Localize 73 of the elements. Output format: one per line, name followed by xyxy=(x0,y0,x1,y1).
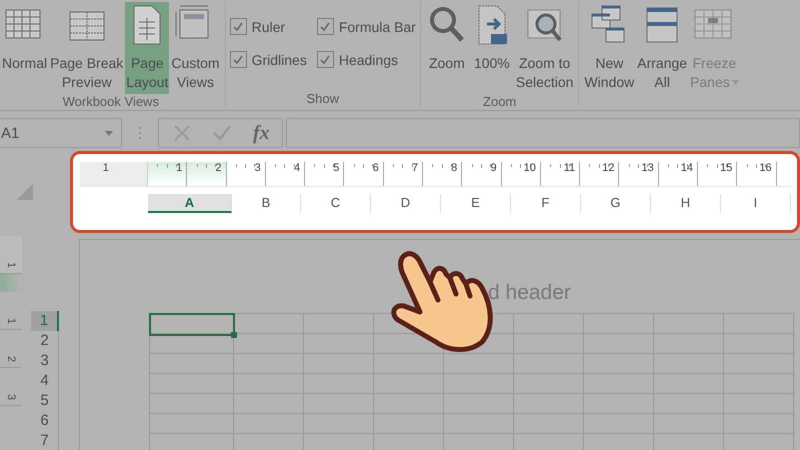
ruler-highlight xyxy=(0,274,22,292)
checkbox[interactable]: Gridlines xyxy=(230,51,307,68)
row-header[interactable]: 1 xyxy=(31,311,59,331)
checkbox-label: Gridlines xyxy=(252,52,307,68)
ruler-label: 3 xyxy=(254,162,261,174)
ribbon-button[interactable]: Arrange All xyxy=(636,2,688,95)
column-header[interactable]: D xyxy=(370,194,441,213)
column-header[interactable]: F xyxy=(510,194,581,213)
ribbon-button[interactable]: Page Break Preview xyxy=(49,2,124,94)
checkbox-label: Headings xyxy=(338,52,398,68)
ribbon-button[interactable]: Page Layout xyxy=(125,2,170,94)
checkbox-box[interactable] xyxy=(230,18,247,35)
ruler-label: 7 xyxy=(412,162,418,174)
grip-icon xyxy=(138,126,142,140)
checkbox[interactable]: Formula Bar xyxy=(316,18,416,35)
ribbon-button[interactable]: Normal xyxy=(1,2,48,94)
ruler-label: 15 xyxy=(720,162,732,174)
row-header[interactable]: 6 xyxy=(31,411,59,431)
checkbox-box[interactable] xyxy=(230,51,247,68)
ruler-label: 10 xyxy=(524,162,536,174)
column-header[interactable]: B xyxy=(232,194,301,213)
dropdown-icon[interactable] xyxy=(105,130,113,136)
column-header[interactable]: I xyxy=(720,194,791,213)
ruler-label: 2 xyxy=(215,162,222,174)
row-header[interactable]: 7 xyxy=(31,431,59,450)
ruler-label: 2 xyxy=(5,356,17,362)
checkbox[interactable]: Headings xyxy=(316,51,416,68)
name-box[interactable]: A1 xyxy=(0,118,122,148)
row-header[interactable]: 4 xyxy=(31,371,59,391)
caret-icon xyxy=(732,80,739,85)
ruler-label: 1 xyxy=(5,318,17,324)
check-icon[interactable] xyxy=(213,124,231,142)
group-label: Show xyxy=(306,91,339,106)
ribbon-button[interactable]: New Window xyxy=(583,2,636,95)
checkbox-label: Ruler xyxy=(252,18,286,34)
ruler-label: 16 xyxy=(759,162,772,174)
checkbox-label: Formula Bar xyxy=(338,18,416,34)
ruler-label: 1 xyxy=(102,162,109,176)
select-all-icon[interactable] xyxy=(16,184,33,200)
group-label: Zoom xyxy=(483,94,516,109)
active-cell[interactable] xyxy=(149,313,235,336)
column-header[interactable]: C xyxy=(300,194,371,213)
column-header[interactable]: E xyxy=(440,194,511,213)
ruler-label: 1 xyxy=(176,162,182,174)
ribbon-button[interactable]: Zoom xyxy=(424,2,469,94)
ruler-label: 9 xyxy=(490,162,497,174)
ribbon-button[interactable]: Zoom to Selection xyxy=(514,2,574,94)
ruler-label: 12 xyxy=(602,162,614,174)
header-placeholder[interactable]: d header xyxy=(488,281,571,305)
ruler-label: 1 xyxy=(5,262,17,268)
ruler-label: 3 xyxy=(5,394,17,400)
column-header[interactable]: H xyxy=(650,194,721,213)
ruler-label: 11 xyxy=(564,162,576,174)
group-label: Workbook Views xyxy=(62,94,159,109)
ribbon-button[interactable]: 100% xyxy=(470,2,514,94)
checkbox-box[interactable] xyxy=(316,18,334,35)
row-header[interactable]: 3 xyxy=(31,351,59,371)
row-header[interactable]: 5 xyxy=(31,391,59,411)
checkbox-box[interactable] xyxy=(316,51,334,68)
row-header[interactable]: 2 xyxy=(31,331,59,351)
cancel-icon[interactable] xyxy=(173,124,191,142)
ruler-label: 4 xyxy=(294,162,300,174)
formula-input[interactable] xyxy=(286,118,800,148)
insert-function-button[interactable]: fx xyxy=(253,122,270,144)
ruler-label: 14 xyxy=(680,162,694,174)
checkbox[interactable]: Ruler xyxy=(230,18,307,35)
column-header[interactable]: A xyxy=(148,194,232,213)
column-header[interactable]: G xyxy=(580,194,651,213)
ruler-label: 13 xyxy=(642,162,654,174)
ruler-label: 6 xyxy=(372,162,379,174)
ribbon-button[interactable]: Custom Views xyxy=(170,2,221,94)
ruler-label: 5 xyxy=(333,162,340,174)
ruler-label: 8 xyxy=(451,162,458,174)
